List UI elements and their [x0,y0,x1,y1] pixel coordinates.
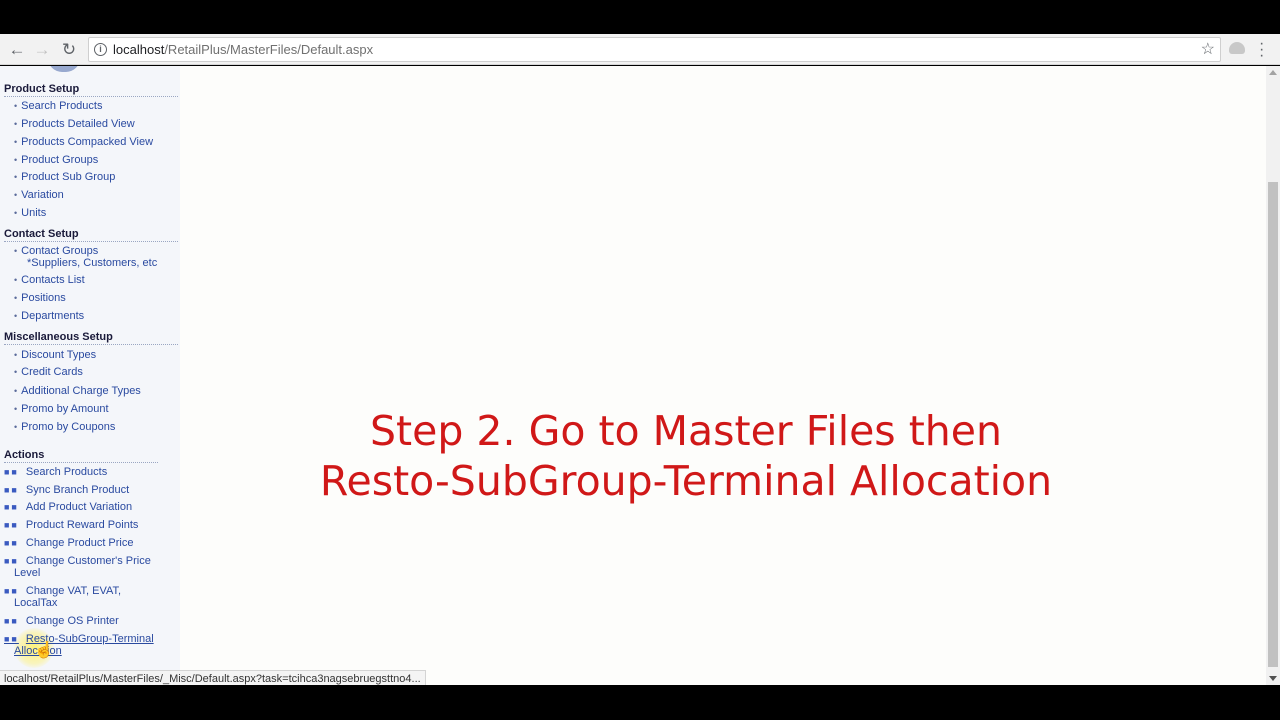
bullet-icon: • [14,101,18,111]
sidebar-link-discount-types[interactable]: • Discount Types [14,349,96,361]
status-bar-url: localhost/RetailPlus/MasterFiles/_Misc/D… [0,670,426,685]
scroll-up-arrow-icon[interactable] [1269,70,1277,75]
action-link-change-os-printer[interactable]: ■■ Change OS Printer [4,615,169,627]
reload-icon[interactable]: ↻ [58,39,80,61]
sidebar-link-promo-by-coupons[interactable]: • Promo by Coupons [14,421,115,433]
bullet-icon: • [14,190,18,200]
bullet-icon: ■■ [4,586,19,596]
section-title-misc-setup: Miscellaneous Setup [4,331,113,343]
action-link-product-reward-points[interactable]: ■■ Product Reward Points [4,519,169,531]
sidebar-link-search-products[interactable]: • Search Products [14,100,102,112]
bullet-icon: ■■ [4,485,19,495]
top-letterbox [0,0,1280,34]
section-title-contact-setup: Contact Setup [4,228,79,240]
action-link-change-vat-evat-localtax[interactable]: ■■ Change VAT, EVAT, LocalTax [4,585,169,609]
overlay-line-1: Step 2. Go to Master Files then [370,407,1002,455]
sidebar: Product Setup • Search Products • Products… [0,66,180,685]
bullet-icon: • [14,367,18,377]
bullet-icon: • [14,155,18,165]
section-title-product-setup: Product Setup [4,83,80,95]
bullet-icon: ■■ [4,520,19,530]
sidebar-link-product-sub-group[interactable]: • Product Sub Group [14,171,115,183]
sidebar-link-departments[interactable]: • Departments [14,310,84,322]
url-host: localhost [113,42,165,57]
menu-kebab-icon[interactable]: · · · [1259,36,1264,64]
sidebar-link-products-detailed-view[interactable]: • Products Detailed View [14,118,135,130]
sidebar-link-product-groups[interactable]: • Product Groups [14,154,98,166]
scroll-down-arrow-icon[interactable] [1269,676,1277,681]
back-arrow-icon[interactable]: ← [6,39,28,61]
contact-groups-note: *Suppliers, Customers, etc [27,257,158,269]
bullet-icon: ■■ [4,502,19,512]
bullet-icon: • [14,137,18,147]
sidebar-link-positions[interactable]: • Positions [14,292,66,304]
bullet-icon: ■■ [4,634,19,644]
info-icon[interactable]: i [94,43,107,56]
bottom-letterbox [0,685,1280,720]
cloud-extension-icon[interactable] [1229,42,1245,54]
instruction-overlay: Step 2. Go to Master Files then Resto-Su… [180,406,1192,506]
hand-cursor-icon: ☝ [34,642,54,659]
action-link-change-product-price[interactable]: ■■ Change Product Price [4,537,169,549]
url-text[interactable]: localhost/RetailPlus/MasterFiles/Default… [113,42,373,57]
sidebar-link-variation[interactable]: • Variation [14,189,64,201]
bullet-icon: • [14,311,18,321]
section-title-actions: Actions [4,449,45,461]
sidebar-link-credit-cards[interactable]: • Credit Cards [14,366,83,378]
forward-arrow-icon[interactable]: → [31,39,53,61]
bullet-icon: • [14,275,18,285]
section-divider [4,344,178,345]
action-link-search-products[interactable]: ■■ Search Products [4,466,169,478]
section-divider [4,241,178,242]
bullet-icon: • [14,350,18,360]
bullet-icon: ■■ [4,556,19,566]
sidebar-link-promo-by-amount[interactable]: • Promo by Amount [14,403,109,415]
sidebar-link-products-compacked-view[interactable]: • Products Compacked View [14,136,153,148]
overlay-line-2: Resto-SubGroup-Terminal Allocation [319,457,1053,505]
bullet-icon: • [14,422,18,432]
bullet-icon: • [14,172,18,182]
url-path: /RetailPlus/MasterFiles/Default.aspx [164,42,374,57]
action-link-add-product-variation[interactable]: ■■ Add Product Variation [4,501,169,513]
scroll-thumb[interactable] [1268,182,1278,667]
action-link-sync-branch-product[interactable]: ■■ Sync Branch Product [4,484,169,496]
page-content: Product Setup • Search Products • Products… [0,66,1266,685]
bullet-icon: ■■ [4,616,19,626]
bullet-icon: • [14,386,18,396]
bullet-icon: • [14,246,18,256]
bullet-icon: • [14,119,18,129]
sidebar-link-contacts-list[interactable]: • Contacts List [14,274,85,286]
action-link-change-customers-price-level[interactable]: ■■ Change Customer's Price Level [4,555,169,579]
bullet-icon: • [14,404,18,414]
sidebar-link-additional-charge-types[interactable]: • Additional Charge Types [14,385,141,397]
bullet-icon: • [14,208,18,218]
vertical-scrollbar[interactable] [1266,66,1280,685]
address-bar[interactable]: i localhost/RetailPlus/MasterFiles/Defau… [88,37,1221,62]
section-divider [4,462,158,463]
action-link-resto-subgroup-terminal-allocation[interactable]: ■■ Resto-SubGroup-Terminal Allocation [4,633,169,657]
bullet-icon: ■■ [4,538,19,548]
logo-icon [48,66,80,72]
section-divider [4,96,178,97]
sidebar-link-units[interactable]: • Units [14,207,46,219]
sidebar-link-contact-groups[interactable]: • Contact Groups *Suppliers, Customers, et… [14,245,157,269]
bullet-icon: • [14,293,18,303]
bullet-icon: ■■ [4,467,19,477]
bookmark-star-icon[interactable]: ☆ [1201,39,1215,59]
browser-toolbar: ← → ↻ i localhost/RetailPlus/MasterFiles… [0,34,1280,65]
